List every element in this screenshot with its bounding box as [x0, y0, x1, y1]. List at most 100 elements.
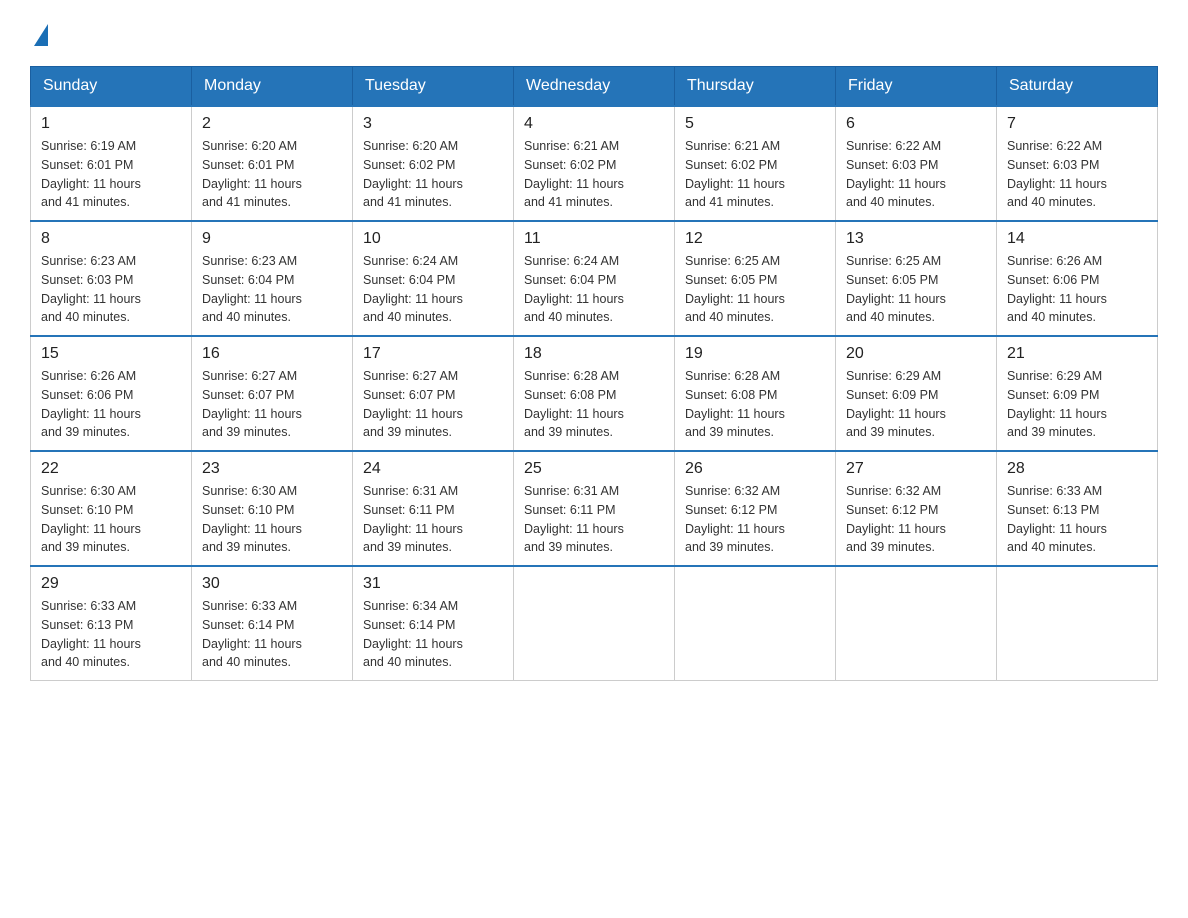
day-cell: 9 Sunrise: 6:23 AM Sunset: 6:04 PM Dayli…: [192, 221, 353, 336]
day-cell: 13 Sunrise: 6:25 AM Sunset: 6:05 PM Dayl…: [836, 221, 997, 336]
week-row-1: 1 Sunrise: 6:19 AM Sunset: 6:01 PM Dayli…: [31, 106, 1158, 221]
day-number: 29: [41, 575, 181, 593]
day-info: Sunrise: 6:32 AM Sunset: 6:12 PM Dayligh…: [846, 482, 986, 557]
page-header: [30, 20, 1158, 46]
day-number: 14: [1007, 230, 1147, 248]
day-number: 30: [202, 575, 342, 593]
day-cell: [836, 566, 997, 681]
day-info: Sunrise: 6:20 AM Sunset: 6:02 PM Dayligh…: [363, 137, 503, 212]
day-info: Sunrise: 6:32 AM Sunset: 6:12 PM Dayligh…: [685, 482, 825, 557]
day-cell: 20 Sunrise: 6:29 AM Sunset: 6:09 PM Dayl…: [836, 336, 997, 451]
day-info: Sunrise: 6:30 AM Sunset: 6:10 PM Dayligh…: [202, 482, 342, 557]
day-cell: 21 Sunrise: 6:29 AM Sunset: 6:09 PM Dayl…: [997, 336, 1158, 451]
weekday-header-saturday: Saturday: [997, 67, 1158, 107]
day-cell: 22 Sunrise: 6:30 AM Sunset: 6:10 PM Dayl…: [31, 451, 192, 566]
day-cell: [997, 566, 1158, 681]
day-cell: 18 Sunrise: 6:28 AM Sunset: 6:08 PM Dayl…: [514, 336, 675, 451]
day-cell: [675, 566, 836, 681]
day-info: Sunrise: 6:31 AM Sunset: 6:11 PM Dayligh…: [524, 482, 664, 557]
day-number: 16: [202, 345, 342, 363]
day-number: 1: [41, 115, 181, 133]
day-number: 15: [41, 345, 181, 363]
day-info: Sunrise: 6:21 AM Sunset: 6:02 PM Dayligh…: [685, 137, 825, 212]
day-info: Sunrise: 6:24 AM Sunset: 6:04 PM Dayligh…: [363, 252, 503, 327]
day-cell: 17 Sunrise: 6:27 AM Sunset: 6:07 PM Dayl…: [353, 336, 514, 451]
day-info: Sunrise: 6:19 AM Sunset: 6:01 PM Dayligh…: [41, 137, 181, 212]
week-row-2: 8 Sunrise: 6:23 AM Sunset: 6:03 PM Dayli…: [31, 221, 1158, 336]
day-info: Sunrise: 6:23 AM Sunset: 6:04 PM Dayligh…: [202, 252, 342, 327]
day-cell: 6 Sunrise: 6:22 AM Sunset: 6:03 PM Dayli…: [836, 106, 997, 221]
day-info: Sunrise: 6:22 AM Sunset: 6:03 PM Dayligh…: [846, 137, 986, 212]
weekday-header-wednesday: Wednesday: [514, 67, 675, 107]
day-number: 10: [363, 230, 503, 248]
day-info: Sunrise: 6:28 AM Sunset: 6:08 PM Dayligh…: [524, 367, 664, 442]
calendar-table: SundayMondayTuesdayWednesdayThursdayFrid…: [30, 66, 1158, 681]
week-row-4: 22 Sunrise: 6:30 AM Sunset: 6:10 PM Dayl…: [31, 451, 1158, 566]
weekday-header-tuesday: Tuesday: [353, 67, 514, 107]
day-cell: 5 Sunrise: 6:21 AM Sunset: 6:02 PM Dayli…: [675, 106, 836, 221]
day-cell: 30 Sunrise: 6:33 AM Sunset: 6:14 PM Dayl…: [192, 566, 353, 681]
day-cell: 11 Sunrise: 6:24 AM Sunset: 6:04 PM Dayl…: [514, 221, 675, 336]
week-row-3: 15 Sunrise: 6:26 AM Sunset: 6:06 PM Dayl…: [31, 336, 1158, 451]
day-info: Sunrise: 6:33 AM Sunset: 6:13 PM Dayligh…: [41, 597, 181, 672]
day-number: 25: [524, 460, 664, 478]
day-cell: 7 Sunrise: 6:22 AM Sunset: 6:03 PM Dayli…: [997, 106, 1158, 221]
day-info: Sunrise: 6:27 AM Sunset: 6:07 PM Dayligh…: [202, 367, 342, 442]
day-cell: 23 Sunrise: 6:30 AM Sunset: 6:10 PM Dayl…: [192, 451, 353, 566]
day-number: 8: [41, 230, 181, 248]
weekday-header-sunday: Sunday: [31, 67, 192, 107]
day-number: 27: [846, 460, 986, 478]
day-number: 31: [363, 575, 503, 593]
day-number: 24: [363, 460, 503, 478]
day-info: Sunrise: 6:33 AM Sunset: 6:13 PM Dayligh…: [1007, 482, 1147, 557]
day-number: 19: [685, 345, 825, 363]
day-info: Sunrise: 6:25 AM Sunset: 6:05 PM Dayligh…: [685, 252, 825, 327]
day-info: Sunrise: 6:34 AM Sunset: 6:14 PM Dayligh…: [363, 597, 503, 672]
day-number: 21: [1007, 345, 1147, 363]
day-info: Sunrise: 6:22 AM Sunset: 6:03 PM Dayligh…: [1007, 137, 1147, 212]
weekday-header-row: SundayMondayTuesdayWednesdayThursdayFrid…: [31, 67, 1158, 107]
day-number: 9: [202, 230, 342, 248]
day-info: Sunrise: 6:26 AM Sunset: 6:06 PM Dayligh…: [1007, 252, 1147, 327]
day-info: Sunrise: 6:23 AM Sunset: 6:03 PM Dayligh…: [41, 252, 181, 327]
day-info: Sunrise: 6:29 AM Sunset: 6:09 PM Dayligh…: [1007, 367, 1147, 442]
day-number: 28: [1007, 460, 1147, 478]
day-info: Sunrise: 6:31 AM Sunset: 6:11 PM Dayligh…: [363, 482, 503, 557]
day-cell: 2 Sunrise: 6:20 AM Sunset: 6:01 PM Dayli…: [192, 106, 353, 221]
day-info: Sunrise: 6:30 AM Sunset: 6:10 PM Dayligh…: [41, 482, 181, 557]
day-info: Sunrise: 6:25 AM Sunset: 6:05 PM Dayligh…: [846, 252, 986, 327]
day-cell: 4 Sunrise: 6:21 AM Sunset: 6:02 PM Dayli…: [514, 106, 675, 221]
weekday-header-monday: Monday: [192, 67, 353, 107]
day-info: Sunrise: 6:29 AM Sunset: 6:09 PM Dayligh…: [846, 367, 986, 442]
weekday-header-friday: Friday: [836, 67, 997, 107]
day-number: 26: [685, 460, 825, 478]
day-cell: 26 Sunrise: 6:32 AM Sunset: 6:12 PM Dayl…: [675, 451, 836, 566]
day-cell: [514, 566, 675, 681]
day-info: Sunrise: 6:28 AM Sunset: 6:08 PM Dayligh…: [685, 367, 825, 442]
day-cell: 25 Sunrise: 6:31 AM Sunset: 6:11 PM Dayl…: [514, 451, 675, 566]
weekday-header-thursday: Thursday: [675, 67, 836, 107]
day-number: 18: [524, 345, 664, 363]
day-number: 3: [363, 115, 503, 133]
day-info: Sunrise: 6:20 AM Sunset: 6:01 PM Dayligh…: [202, 137, 342, 212]
logo-triangle-icon: [34, 24, 48, 46]
day-cell: 16 Sunrise: 6:27 AM Sunset: 6:07 PM Dayl…: [192, 336, 353, 451]
day-info: Sunrise: 6:21 AM Sunset: 6:02 PM Dayligh…: [524, 137, 664, 212]
day-info: Sunrise: 6:26 AM Sunset: 6:06 PM Dayligh…: [41, 367, 181, 442]
day-number: 5: [685, 115, 825, 133]
week-row-5: 29 Sunrise: 6:33 AM Sunset: 6:13 PM Dayl…: [31, 566, 1158, 681]
day-number: 2: [202, 115, 342, 133]
day-cell: 15 Sunrise: 6:26 AM Sunset: 6:06 PM Dayl…: [31, 336, 192, 451]
day-cell: 12 Sunrise: 6:25 AM Sunset: 6:05 PM Dayl…: [675, 221, 836, 336]
day-number: 13: [846, 230, 986, 248]
day-number: 11: [524, 230, 664, 248]
day-number: 22: [41, 460, 181, 478]
day-cell: 10 Sunrise: 6:24 AM Sunset: 6:04 PM Dayl…: [353, 221, 514, 336]
day-info: Sunrise: 6:24 AM Sunset: 6:04 PM Dayligh…: [524, 252, 664, 327]
day-cell: 19 Sunrise: 6:28 AM Sunset: 6:08 PM Dayl…: [675, 336, 836, 451]
day-number: 23: [202, 460, 342, 478]
day-number: 12: [685, 230, 825, 248]
day-cell: 14 Sunrise: 6:26 AM Sunset: 6:06 PM Dayl…: [997, 221, 1158, 336]
day-cell: 27 Sunrise: 6:32 AM Sunset: 6:12 PM Dayl…: [836, 451, 997, 566]
day-cell: 3 Sunrise: 6:20 AM Sunset: 6:02 PM Dayli…: [353, 106, 514, 221]
